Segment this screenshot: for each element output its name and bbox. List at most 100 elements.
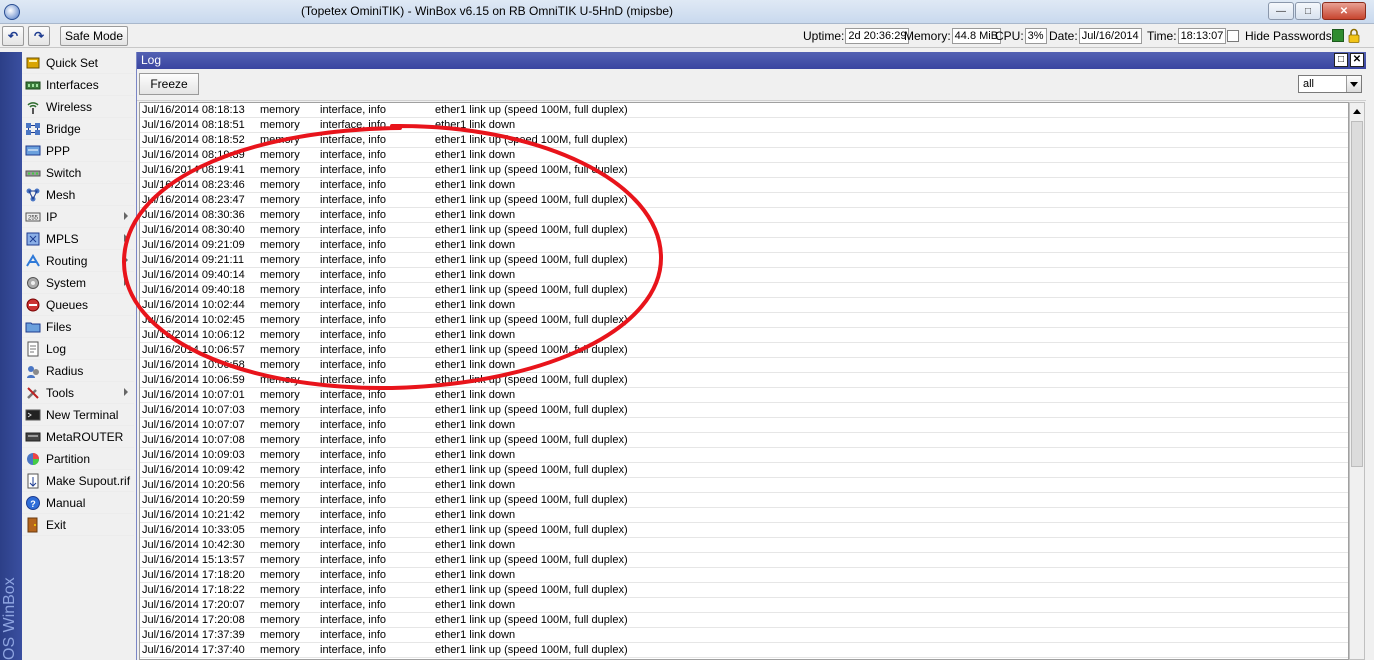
sidebar-item-wireless[interactable]: Wireless: [22, 96, 134, 118]
table-row[interactable]: Jul/16/2014 10:07:01 memory interface, inf…: [140, 388, 1348, 403]
table-row[interactable]: Jul/16/2014 17:18:20 memory interface, inf…: [140, 568, 1348, 583]
time-status: Time: 18:13:07: [1147, 27, 1227, 45]
minimize-button[interactable]: —: [1268, 2, 1294, 20]
sidebar-item-label: Queues: [46, 297, 89, 312]
table-row[interactable]: Jul/16/2014 08:30:40 memory interface, inf…: [140, 223, 1348, 238]
log-buffer-cell: memory: [260, 119, 300, 131]
table-row[interactable]: Jul/16/2014 10:33:05 memory interface, inf…: [140, 523, 1348, 538]
sidebar-item-mpls[interactable]: MPLS: [22, 228, 134, 250]
wireless-icon: [25, 99, 41, 115]
log-toolbar: Freeze all: [137, 69, 1366, 101]
sidebar-item-label: PPP: [46, 143, 71, 158]
table-row[interactable]: Jul/16/2014 15:13:57 memory interface, inf…: [140, 553, 1348, 568]
log-time-cell: Jul/16/2014 10:33:05: [142, 524, 245, 536]
table-row[interactable]: Jul/16/2014 08:30:36 memory interface, inf…: [140, 208, 1348, 223]
hide-passwords-checkbox[interactable]: [1227, 30, 1239, 42]
log-message-cell: ether1 link up (speed 100M, full duplex): [435, 254, 628, 266]
log-time-cell: Jul/16/2014 17:37:40: [142, 644, 245, 656]
table-row[interactable]: Jul/16/2014 10:06:57 memory interface, inf…: [140, 343, 1348, 358]
table-row[interactable]: Jul/16/2014 08:18:52 memory interface, inf…: [140, 133, 1348, 148]
table-row[interactable]: Jul/16/2014 08:18:13 memory interface, inf…: [140, 103, 1348, 118]
sidebar-item-partition[interactable]: Partition: [22, 448, 134, 470]
sidebar-item-queues[interactable]: Queues: [22, 294, 134, 316]
sidebar-item-files[interactable]: Files: [22, 316, 134, 338]
table-row[interactable]: Jul/16/2014 17:18:22 memory interface, inf…: [140, 583, 1348, 598]
dropdown-arrow-icon[interactable]: [1346, 76, 1361, 92]
table-row[interactable]: Jul/16/2014 10:06:59 memory interface, inf…: [140, 373, 1348, 388]
table-row[interactable]: Jul/16/2014 08:23:46 memory interface, inf…: [140, 178, 1348, 193]
table-row[interactable]: Jul/16/2014 08:23:47 memory interface, inf…: [140, 193, 1348, 208]
table-row[interactable]: Jul/16/2014 17:37:40 memory interface, inf…: [140, 643, 1348, 658]
sidebar-item-ppp[interactable]: PPP: [22, 140, 134, 162]
radius-icon: [25, 363, 41, 379]
scroll-up-icon[interactable]: [1350, 103, 1364, 119]
sidebar-item-bridge[interactable]: Bridge: [22, 118, 134, 140]
log-buffer-cell: memory: [260, 554, 300, 566]
sidebar-item-exit[interactable]: Exit: [22, 514, 134, 536]
log-topics-cell: interface, info: [320, 254, 387, 266]
sidebar-item-mesh[interactable]: Mesh: [22, 184, 134, 206]
sidebar-item-quick-set[interactable]: Quick Set: [22, 52, 134, 74]
table-row[interactable]: Jul/16/2014 10:06:58 memory interface, inf…: [140, 358, 1348, 373]
sidebar-item-log[interactable]: Log: [22, 338, 134, 360]
table-row[interactable]: Jul/16/2014 10:02:45 memory interface, inf…: [140, 313, 1348, 328]
freeze-button[interactable]: Freeze: [139, 73, 199, 95]
table-row[interactable]: Jul/16/2014 17:20:07 memory interface, inf…: [140, 598, 1348, 613]
scroll-thumb[interactable]: [1351, 121, 1363, 467]
sidebar-item-routing[interactable]: Routing: [22, 250, 134, 272]
table-row[interactable]: Jul/16/2014 10:20:59 memory interface, inf…: [140, 493, 1348, 508]
sidebar-item-interfaces[interactable]: Interfaces: [22, 74, 134, 96]
log-topics-cell: interface, info: [320, 614, 387, 626]
log-scrollbar[interactable]: [1349, 102, 1365, 660]
table-row[interactable]: Jul/16/2014 09:21:09 memory interface, inf…: [140, 238, 1348, 253]
log-topics-cell: interface, info: [320, 464, 387, 476]
sidebar-item-metarouter[interactable]: MetaROUTER: [22, 426, 134, 448]
table-row[interactable]: Jul/16/2014 17:37:39 memory interface, inf…: [140, 628, 1348, 643]
log-time-cell: Jul/16/2014 10:09:03: [142, 449, 245, 461]
log-topics-cell: interface, info: [320, 539, 387, 551]
table-row[interactable]: Jul/16/2014 10:42:30 memory interface, inf…: [140, 538, 1348, 553]
log-message-cell: ether1 link down: [435, 149, 516, 161]
sidebar-item-manual[interactable]: ? Manual: [22, 492, 134, 514]
table-row[interactable]: Jul/16/2014 09:40:18 memory interface, inf…: [140, 283, 1348, 298]
log-topics-cell: interface, info: [320, 119, 387, 131]
table-row[interactable]: Jul/16/2014 10:09:42 memory interface, inf…: [140, 463, 1348, 478]
table-row[interactable]: Jul/16/2014 08:18:51 memory interface, inf…: [140, 118, 1348, 133]
table-row[interactable]: Jul/16/2014 10:07:08 memory interface, inf…: [140, 433, 1348, 448]
log-restore-button[interactable]: □: [1334, 53, 1348, 67]
table-row[interactable]: Jul/16/2014 09:21:11 memory interface, inf…: [140, 253, 1348, 268]
table-row[interactable]: Jul/16/2014 10:09:03 memory interface, inf…: [140, 448, 1348, 463]
table-row[interactable]: Jul/16/2014 17:20:08 memory interface, inf…: [140, 613, 1348, 628]
metarouter-icon: [25, 429, 41, 445]
sidebar-item-ip[interactable]: 255 IP: [22, 206, 134, 228]
table-row[interactable]: Jul/16/2014 10:07:07 memory interface, inf…: [140, 418, 1348, 433]
redo-button[interactable]: ↷: [28, 26, 50, 46]
sidebar-item-radius[interactable]: Radius: [22, 360, 134, 382]
sidebar-item-switch[interactable]: Switch: [22, 162, 134, 184]
log-close-button[interactable]: ✕: [1350, 53, 1364, 67]
table-row[interactable]: Jul/16/2014 08:19:41 memory interface, inf…: [140, 163, 1348, 178]
table-row[interactable]: Jul/16/2014 09:40:14 memory interface, inf…: [140, 268, 1348, 283]
sidebar-item-system[interactable]: System: [22, 272, 134, 294]
log-title: Log: [141, 53, 162, 67]
close-button[interactable]: ✕: [1322, 2, 1366, 20]
supout-icon: [25, 473, 41, 489]
log-window: Log □ ✕ Freeze all Jul/16/2014 08:18:13 m…: [136, 52, 1366, 660]
table-row[interactable]: Jul/16/2014 10:06:12 memory interface, inf…: [140, 328, 1348, 343]
log-message-cell: ether1 link up (speed 100M, full duplex): [435, 554, 628, 566]
hide-passwords-option[interactable]: Hide Passwords: [1227, 27, 1332, 45]
table-row[interactable]: Jul/16/2014 10:21:42 memory interface, inf…: [140, 508, 1348, 523]
sidebar-item-tools[interactable]: Tools: [22, 382, 134, 404]
undo-button[interactable]: ↶: [2, 26, 24, 46]
table-row[interactable]: Jul/16/2014 10:07:03 memory interface, inf…: [140, 403, 1348, 418]
sidebar-item-supout[interactable]: Make Supout.rif: [22, 470, 134, 492]
safe-mode-button[interactable]: Safe Mode: [60, 26, 128, 46]
log-filter-select[interactable]: all: [1298, 75, 1362, 93]
table-row[interactable]: Jul/16/2014 10:20:56 memory interface, inf…: [140, 478, 1348, 493]
table-row[interactable]: Jul/16/2014 10:02:44 memory interface, inf…: [140, 298, 1348, 313]
sidebar-item-terminal[interactable]: New Terminal: [22, 404, 134, 426]
log-buffer-cell: memory: [260, 599, 300, 611]
log-time-cell: Jul/16/2014 10:02:44: [142, 299, 245, 311]
maximize-button[interactable]: □: [1295, 2, 1321, 20]
table-row[interactable]: Jul/16/2014 08:19:39 memory interface, inf…: [140, 148, 1348, 163]
